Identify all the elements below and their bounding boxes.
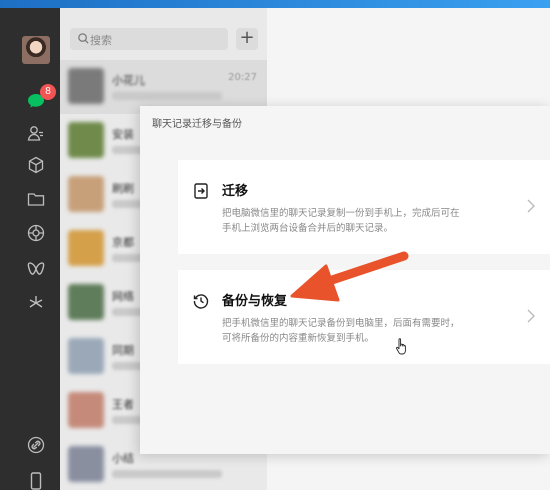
history-clock-icon	[193, 294, 209, 309]
migrate-title: 迁移	[222, 184, 249, 199]
nav-files[interactable]	[25, 188, 47, 210]
avatar[interactable]	[22, 36, 50, 64]
chat-avatar	[68, 68, 104, 104]
butterfly-icon	[27, 262, 45, 275]
chevron-right-icon	[527, 309, 535, 323]
sparkle-icon	[29, 296, 43, 308]
dialog-title: 聊天记录迁移与备份	[152, 119, 242, 130]
chat-preview	[112, 92, 222, 100]
nav-discover[interactable]	[25, 292, 47, 314]
chat-time: 20:27	[228, 72, 257, 83]
chat-avatar	[68, 230, 104, 266]
backup-desc-line: 把手机微信里的聊天记录备份到电脑里，后面有需要时，	[222, 318, 460, 329]
desktop-wallpaper	[0, 0, 550, 8]
chat-avatar	[68, 338, 104, 374]
link-icon	[27, 436, 45, 454]
backup-restore-option[interactable]: 备份与恢复 把手机微信里的聊天记录备份到电脑里，后面有需要时， 可将所备份的内容…	[178, 270, 550, 364]
chat-avatar	[68, 176, 104, 212]
chat-name: 安装	[112, 128, 134, 141]
migrate-option[interactable]: 迁移 把电脑微信里的聊天记录复制一份到手机上，完成后可在 手机上浏览两台设备合并…	[178, 160, 550, 254]
chat-preview	[112, 470, 222, 478]
chat-avatar	[68, 392, 104, 428]
cube-icon	[28, 156, 44, 174]
backup-restore-title: 备份与恢复	[222, 294, 288, 309]
chat-name: 网络	[112, 290, 134, 303]
chat-name: 小结	[112, 452, 134, 465]
migrate-description: 把电脑微信里的聊天记录复制一份到手机上，完成后可在 手机上浏览两台设备合并后的聊…	[222, 206, 502, 236]
chat-avatar	[68, 446, 104, 482]
search-row: 搜索 +	[70, 28, 260, 50]
search-placeholder: 搜索	[90, 34, 112, 47]
search-icon	[78, 33, 89, 44]
backup-restore-description: 把手机微信里的聊天记录备份到电脑里，后面有需要时， 可将所备份的内容重新恢复到手…	[222, 316, 502, 346]
left-nav: 8	[0, 8, 60, 490]
migration-backup-dialog: 聊天记录迁移与备份 迁移 把电脑微信里的聊天记录复制一份到手机上，完成后可在 手…	[140, 106, 550, 454]
folder-icon	[27, 193, 45, 206]
migrate-icon	[194, 183, 208, 199]
chat-name: 小花儿	[112, 74, 145, 87]
chat-name: 同期	[112, 344, 134, 357]
add-button[interactable]: +	[236, 28, 258, 50]
migrate-desc-line: 手机上浏览两台设备合并后的聊天记录。	[222, 223, 394, 234]
contacts-icon	[27, 126, 43, 141]
moments-icon	[27, 224, 45, 242]
phone-icon	[30, 472, 42, 490]
nav-contacts[interactable]	[25, 122, 47, 144]
nav-mini-programs[interactable]	[25, 434, 47, 456]
chat-avatar	[68, 284, 104, 320]
chat-avatar	[68, 122, 104, 158]
unread-badge: 8	[40, 84, 56, 100]
migrate-desc-line: 把电脑微信里的聊天记录复制一份到手机上，完成后可在	[222, 208, 460, 219]
search-input[interactable]: 搜索	[70, 28, 228, 50]
nav-moments[interactable]	[25, 222, 47, 244]
nav-chat[interactable]: 8	[25, 84, 56, 112]
chat-name: 刷刷	[112, 182, 134, 195]
nav-cube[interactable]	[25, 154, 47, 176]
chat-name: 京都	[112, 236, 134, 249]
backup-desc-line: 可将所备份的内容重新恢复到手机。	[222, 333, 375, 344]
nav-channels[interactable]	[25, 258, 47, 280]
chat-name: 王者	[112, 398, 134, 411]
nav-phone[interactable]	[25, 470, 47, 490]
chevron-right-icon	[527, 199, 535, 213]
